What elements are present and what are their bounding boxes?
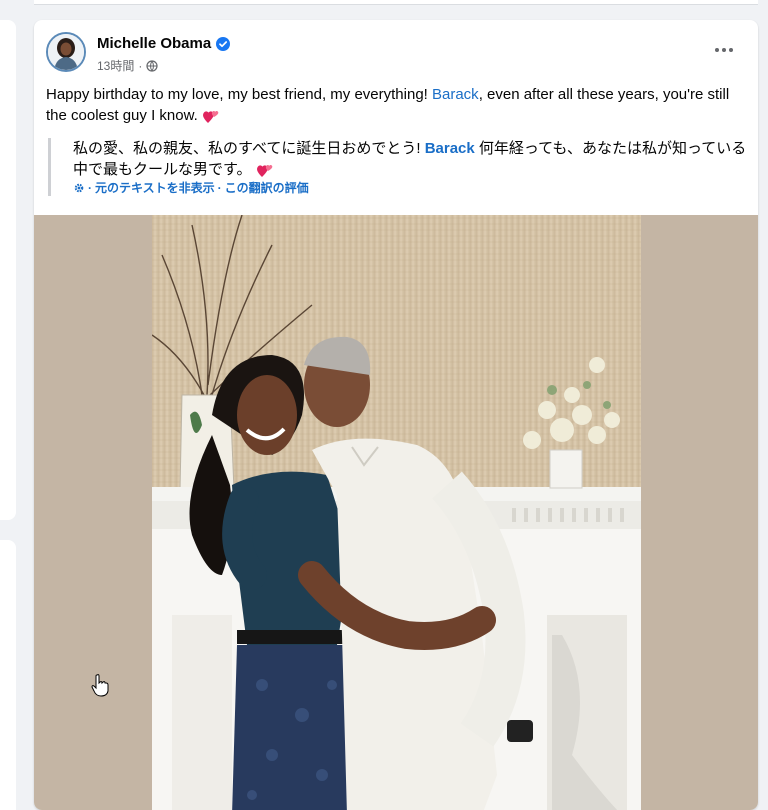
hide-original-link[interactable]: 元のテキストを非表示 <box>95 179 215 196</box>
translated-text: 私の愛、私の親友、私のすべてに誕生日おめでとう! Barack 何年経っても、あ… <box>73 138 748 180</box>
rate-translation-link[interactable]: この翻訳の評価 <box>225 179 309 196</box>
more-horizontal-icon <box>715 48 719 52</box>
actions-separator: · <box>217 180 222 195</box>
post-meta: 13時間 · <box>97 57 158 74</box>
verified-badge-icon <box>216 36 231 51</box>
post-photo[interactable] <box>152 215 641 810</box>
feed-post: Michelle Obama 13時間 · Happy birthday to … <box>34 20 758 810</box>
hand-cursor-icon <box>91 674 109 697</box>
post-header: Michelle Obama 13時間 · <box>46 32 746 76</box>
more-options-button[interactable] <box>708 38 740 62</box>
avatar-image <box>48 34 84 70</box>
mention-link[interactable]: Barack <box>432 86 479 103</box>
post-text-part: Happy birthday to my love, my best frien… <box>46 86 432 103</box>
two-hearts-icon <box>256 164 272 178</box>
post-photo-container[interactable] <box>34 215 758 810</box>
author-name[interactable]: Michelle Obama <box>97 35 211 52</box>
author-line: Michelle Obama <box>97 35 231 52</box>
left-column-card <box>0 20 16 520</box>
globe-icon <box>146 59 158 72</box>
two-hearts-icon <box>202 110 219 124</box>
actions-separator: · <box>88 180 92 195</box>
meta-separator: · <box>138 58 143 73</box>
translation-actions: · 元のテキストを非表示 · この翻訳の評価 <box>73 179 309 196</box>
translation-block: 私の愛、私の親友、私のすべてに誕生日おめでとう! Barack 何年経っても、あ… <box>48 138 748 196</box>
translated-mention-link[interactable]: Barack <box>425 140 475 157</box>
top-divider <box>34 0 758 5</box>
author-avatar[interactable] <box>46 32 86 72</box>
post-message: Happy birthday to my love, my best frien… <box>46 84 746 126</box>
post-timestamp[interactable]: 13時間 <box>97 57 134 74</box>
left-column-card-lower <box>0 540 16 810</box>
gear-icon[interactable] <box>73 182 85 194</box>
translated-text-part: 私の愛、私の親友、私のすべてに誕生日おめでとう! <box>73 140 425 157</box>
